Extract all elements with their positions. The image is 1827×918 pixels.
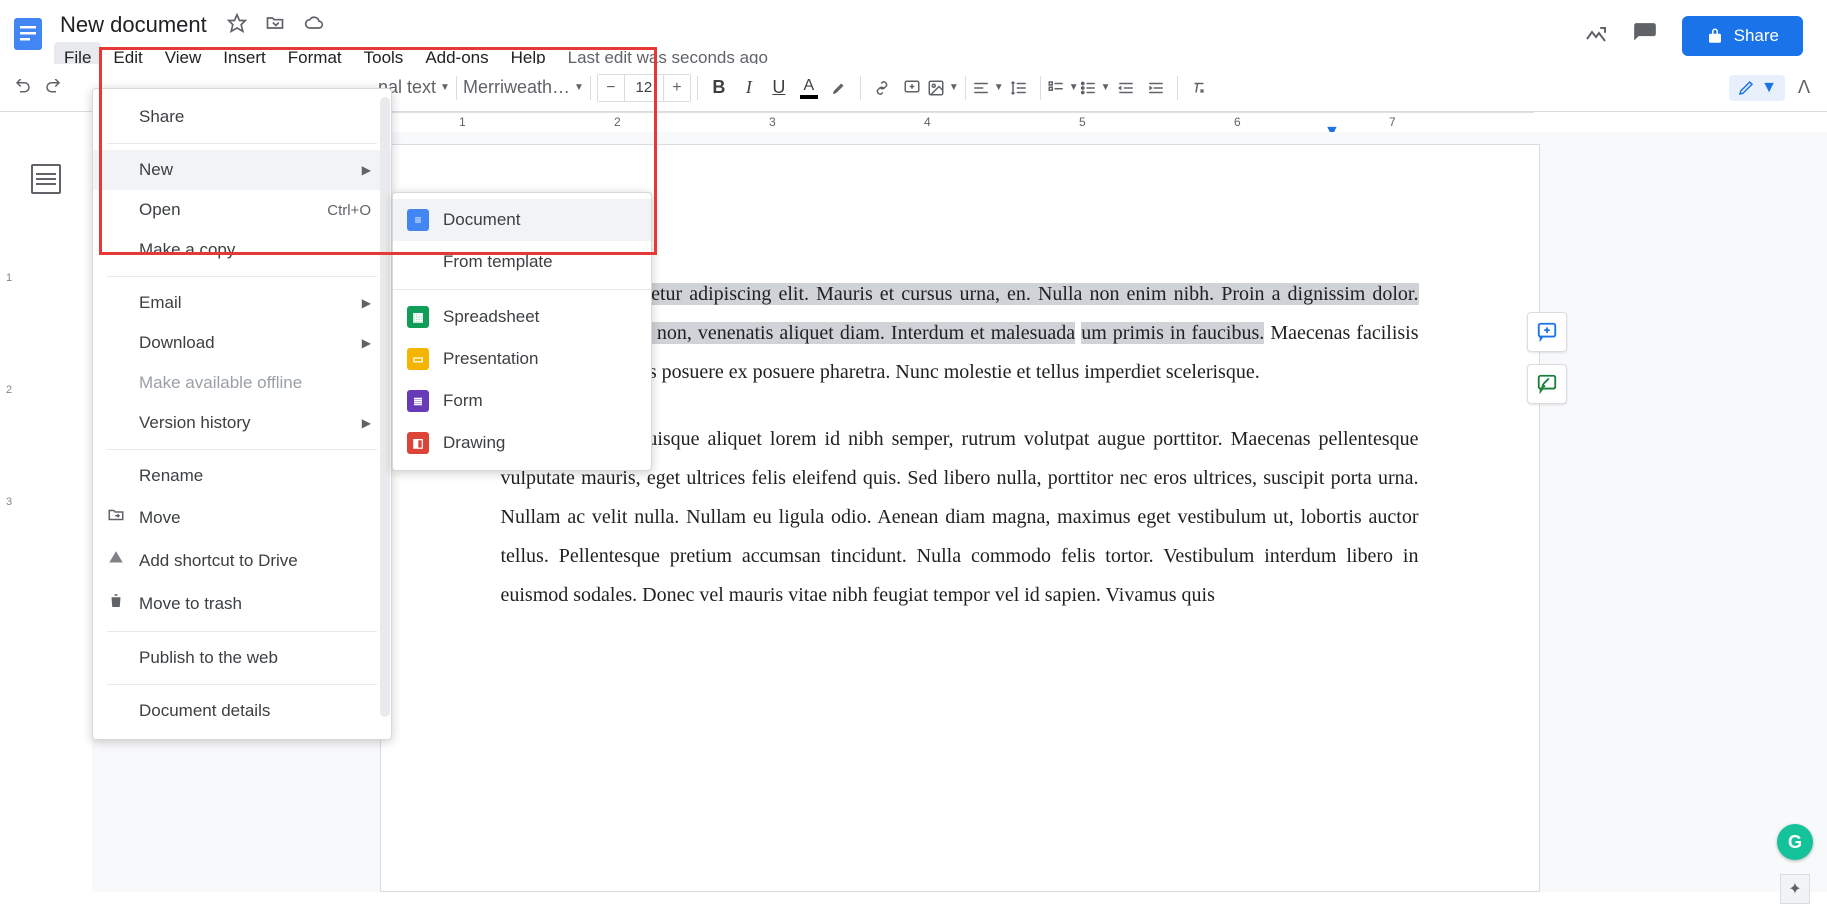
menu-scrollbar[interactable] [380, 97, 390, 717]
clear-formatting-button[interactable] [1184, 73, 1214, 103]
undo-button[interactable] [8, 73, 38, 103]
file-move[interactable]: Move [93, 496, 391, 539]
document-title[interactable]: New document [54, 10, 213, 40]
new-drawing[interactable]: ◧ Drawing [393, 422, 651, 464]
line-spacing-button[interactable] [1004, 73, 1034, 103]
file-details[interactable]: Document details [93, 691, 391, 731]
redo-button[interactable] [38, 73, 68, 103]
add-comment-side-button[interactable] [1527, 312, 1567, 352]
folder-move-icon [107, 506, 127, 529]
new-form[interactable]: ≣ Form [393, 380, 651, 422]
font-size-increase[interactable]: + [664, 75, 690, 101]
share-label: Share [1734, 26, 1779, 46]
file-rename[interactable]: Rename [93, 456, 391, 496]
grammarly-badge-icon[interactable]: G [1777, 824, 1813, 860]
collapse-toolbar-button[interactable]: ᐱ [1789, 73, 1819, 103]
italic-button[interactable]: I [734, 73, 764, 103]
new-spreadsheet[interactable]: ▦ Spreadsheet [393, 296, 651, 338]
insert-link-button[interactable] [867, 73, 897, 103]
trash-icon [107, 592, 127, 615]
underline-button[interactable]: U [764, 73, 794, 103]
submenu-arrow-icon: ▶ [362, 163, 371, 177]
move-folder-icon[interactable] [265, 13, 285, 38]
vertical-ruler: 1 2 3 [0, 132, 22, 892]
bulleted-list-button[interactable]: ▼ [1079, 73, 1111, 103]
file-open[interactable]: OpenCtrl+O [93, 190, 391, 230]
file-new[interactable]: New▶ [93, 150, 391, 190]
new-from-template[interactable]: From template [393, 241, 651, 283]
align-button[interactable]: ▼ [972, 73, 1004, 103]
file-version-history[interactable]: Version history▶ [93, 403, 391, 443]
forms-file-icon: ≣ [407, 390, 429, 412]
new-presentation[interactable]: ▭ Presentation [393, 338, 651, 380]
file-trash[interactable]: Move to trash [93, 582, 391, 625]
file-email[interactable]: Email▶ [93, 283, 391, 323]
share-button[interactable]: Share [1682, 16, 1803, 56]
suggest-edits-side-button[interactable] [1527, 364, 1567, 404]
file-download[interactable]: Download▶ [93, 323, 391, 363]
file-make-copy[interactable]: Make a copy [93, 230, 391, 270]
cloud-status-icon[interactable] [303, 13, 325, 38]
star-icon[interactable] [227, 13, 247, 38]
font-size-control: − 12 + [597, 74, 691, 102]
new-document[interactable]: ≡ Document [393, 199, 651, 241]
file-offline: Make available offline [93, 363, 391, 403]
app-header: New document File Edit View Insert Forma… [0, 0, 1827, 64]
activity-icon[interactable] [1584, 22, 1608, 51]
decrease-indent-button[interactable] [1111, 73, 1141, 103]
file-menu-dropdown: Share New▶ OpenCtrl+O Make a copy Email▶… [92, 88, 392, 740]
drawings-file-icon: ◧ [407, 432, 429, 454]
lock-icon [1706, 27, 1724, 45]
insert-image-button[interactable]: ▼ [927, 73, 959, 103]
highlight-button[interactable] [824, 73, 854, 103]
slides-file-icon: ▭ [407, 348, 429, 370]
file-add-shortcut[interactable]: Add shortcut to Drive [93, 539, 391, 582]
new-submenu: ≡ Document From template ▦ Spreadsheet ▭… [392, 192, 652, 471]
text-color-button[interactable]: A [794, 73, 824, 103]
file-publish[interactable]: Publish to the web [93, 638, 391, 678]
drive-shortcut-icon [107, 549, 127, 572]
comments-icon[interactable] [1632, 21, 1658, 52]
font-size-decrease[interactable]: − [598, 75, 624, 101]
file-share[interactable]: Share [93, 97, 391, 137]
editing-mode-button[interactable]: ▼ [1729, 75, 1785, 101]
checklist-button[interactable]: ▼ [1047, 73, 1079, 103]
docs-file-icon: ≡ [407, 209, 429, 231]
explore-button[interactable]: ✦ [1780, 874, 1810, 904]
pen-icon [1737, 79, 1755, 97]
increase-indent-button[interactable] [1141, 73, 1171, 103]
document-outline-button[interactable] [31, 164, 61, 194]
docs-logo-icon[interactable] [8, 14, 48, 54]
font-size-value[interactable]: 12 [624, 75, 664, 101]
add-comment-button[interactable] [897, 73, 927, 103]
sheets-file-icon: ▦ [407, 306, 429, 328]
bold-button[interactable]: B [704, 73, 734, 103]
font-family-dropdown[interactable]: Merriweath…▼ [463, 73, 584, 103]
